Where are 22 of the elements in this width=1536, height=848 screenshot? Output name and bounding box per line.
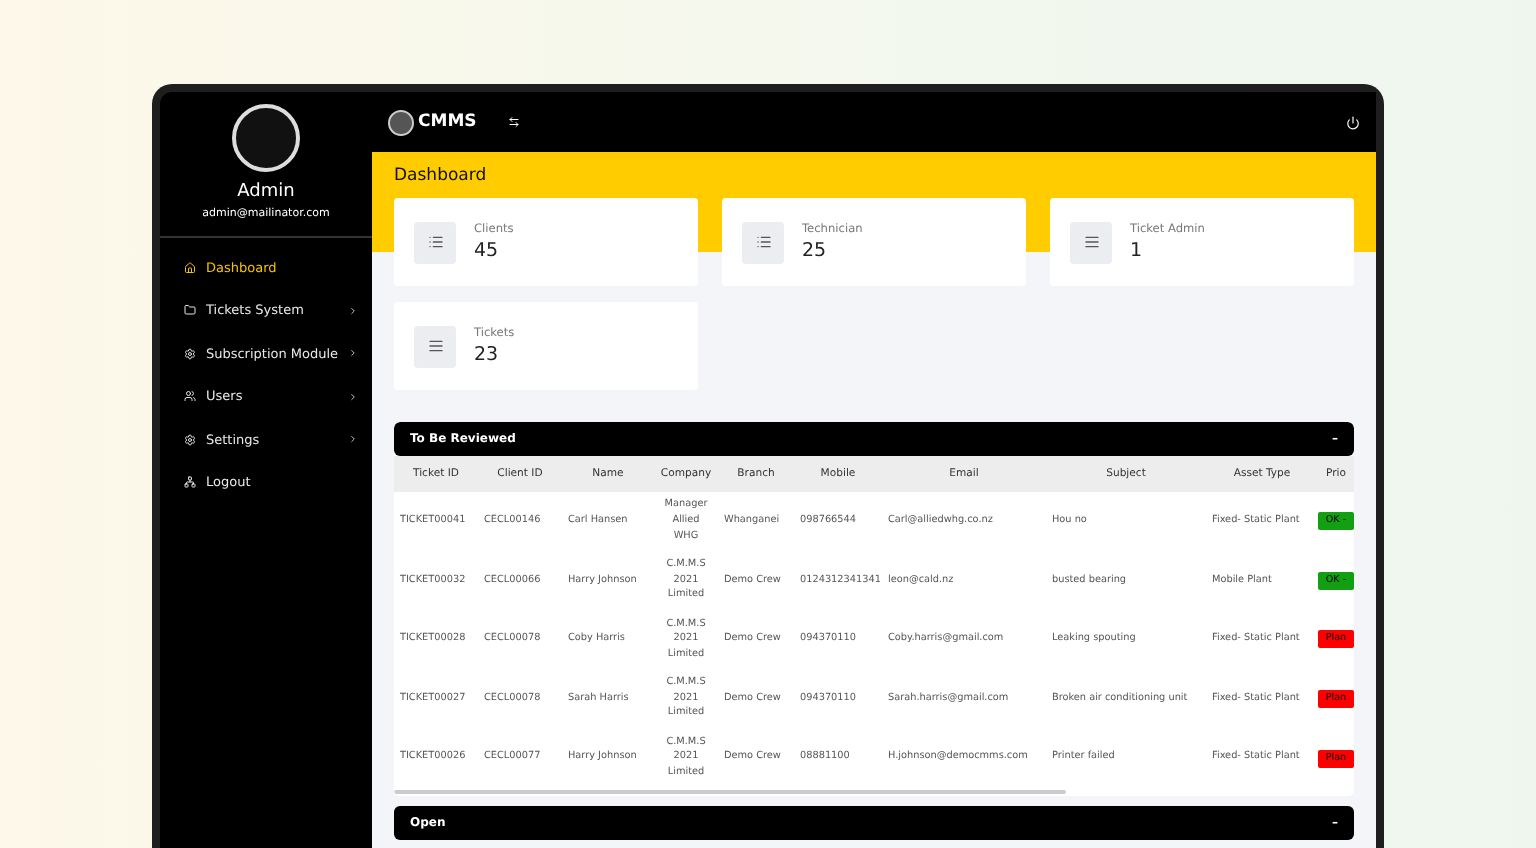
menu-icon	[184, 261, 196, 274]
list-icon	[414, 221, 456, 263]
avatar	[232, 104, 300, 172]
list-icon	[1070, 221, 1112, 263]
stat-value: 25	[802, 239, 829, 261]
swap-icon[interactable]	[508, 116, 521, 128]
user-name: Admin	[237, 182, 295, 202]
stat-value: 45	[474, 239, 501, 261]
power-icon[interactable]	[1346, 115, 1360, 129]
scrollbar[interactable]	[394, 789, 1066, 794]
stat-value: 23	[474, 343, 501, 365]
menu-icon	[184, 304, 196, 317]
list-icon	[742, 221, 784, 263]
menu-icon	[184, 476, 196, 489]
list-icon	[414, 325, 456, 367]
logo-icon	[388, 109, 414, 135]
page-title: Dashboard	[394, 164, 489, 190]
stat-value: 1	[1130, 239, 1145, 261]
menu-icon	[184, 433, 196, 446]
brand-name: CMMS	[418, 112, 477, 132]
menu-icon	[184, 390, 196, 403]
menu-icon	[184, 347, 196, 360]
